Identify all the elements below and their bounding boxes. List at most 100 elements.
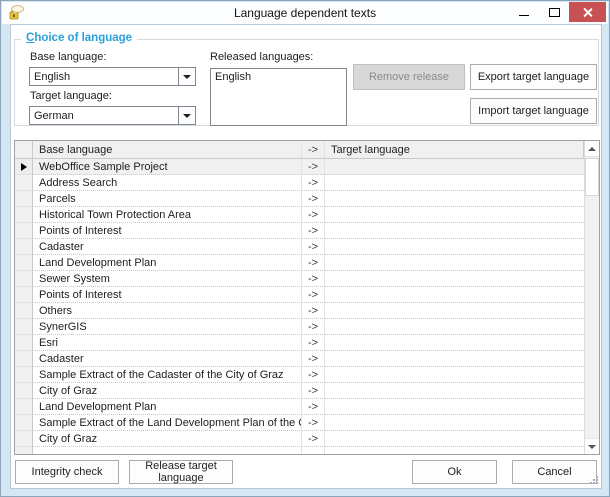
row-selector-gutter[interactable] <box>15 207 33 223</box>
row-selector-gutter[interactable] <box>15 367 33 383</box>
table-row[interactable]: Cadaster -> <box>15 351 584 367</box>
table-row[interactable]: Others -> <box>15 303 584 319</box>
scrollbar-thumb[interactable] <box>585 158 599 196</box>
base-language-cell[interactable]: City of Graz <box>33 383 302 399</box>
row-selector-gutter[interactable] <box>15 351 33 367</box>
row-selector-gutter[interactable] <box>15 415 33 431</box>
row-selector-gutter[interactable] <box>15 287 33 303</box>
row-selector-gutter[interactable] <box>15 175 33 191</box>
target-language-cell[interactable] <box>325 239 584 255</box>
row-selector-gutter[interactable] <box>15 303 33 319</box>
target-language-cell[interactable] <box>325 287 584 303</box>
row-selector-gutter[interactable] <box>15 431 33 447</box>
scroll-down-button[interactable] <box>585 438 599 454</box>
row-selector-gutter[interactable] <box>15 335 33 351</box>
vertical-scrollbar[interactable] <box>584 141 599 454</box>
scroll-up-button[interactable] <box>585 141 599 157</box>
table-row[interactable]: SynerGIS -> <box>15 319 584 335</box>
base-language-cell[interactable]: Historical Town Protection Area <box>33 207 302 223</box>
close-button[interactable] <box>569 2 606 22</box>
target-language-cell[interactable] <box>325 431 584 447</box>
base-language-cell[interactable]: Sample Extract of the Land Development P… <box>33 415 302 431</box>
import-target-language-button[interactable]: Import target language <box>470 98 597 124</box>
table-row[interactable]: Sewer System -> <box>15 271 584 287</box>
release-target-language-button[interactable]: Release target language <box>129 460 233 484</box>
table-row[interactable]: Land Development Plan -> <box>15 399 584 415</box>
remove-release-button[interactable]: Remove release <box>353 64 465 90</box>
table-row[interactable]: Historical Town Protection Area -> <box>15 207 584 223</box>
base-language-cell[interactable]: Esri <box>33 335 302 351</box>
table-row[interactable]: Sample Extract of the Land Development P… <box>15 415 584 431</box>
row-selector-gutter[interactable] <box>15 239 33 255</box>
base-language-cell[interactable]: Others <box>33 303 302 319</box>
maximize-button[interactable] <box>539 2 569 22</box>
released-languages-list[interactable]: English <box>210 68 347 126</box>
row-selector-gutter[interactable] <box>15 255 33 271</box>
base-language-cell[interactable]: Address Search <box>33 175 302 191</box>
row-selector-gutter[interactable] <box>15 399 33 415</box>
export-target-language-button[interactable]: Export target language <box>470 64 597 90</box>
base-language-cell[interactable] <box>33 447 302 454</box>
base-language-select[interactable]: English <box>29 67 196 86</box>
list-item[interactable]: English <box>211 69 346 85</box>
target-language-cell[interactable] <box>325 271 584 287</box>
row-selector-gutter[interactable] <box>15 271 33 287</box>
table-row[interactable]: Points of Interest -> <box>15 223 584 239</box>
target-language-cell[interactable] <box>325 351 584 367</box>
table-row[interactable]: Land Development Plan -> <box>15 255 584 271</box>
target-language-cell[interactable] <box>325 383 584 399</box>
base-language-cell[interactable]: Parcels <box>33 191 302 207</box>
table-row[interactable]: City of Graz -> <box>15 431 584 447</box>
ok-button[interactable]: Ok <box>412 460 497 484</box>
target-language-cell[interactable] <box>325 447 584 454</box>
target-language-select[interactable]: German <box>29 106 196 125</box>
table-row[interactable]: Esri -> <box>15 335 584 351</box>
target-language-cell[interactable] <box>325 415 584 431</box>
target-language-dropdown-button[interactable] <box>178 107 195 124</box>
base-language-cell[interactable]: Cadaster <box>33 239 302 255</box>
integrity-check-button[interactable]: Integrity check <box>15 460 119 484</box>
base-language-cell[interactable]: Points of Interest <box>33 287 302 303</box>
row-selector-gutter[interactable] <box>15 191 33 207</box>
target-language-cell[interactable] <box>325 255 584 271</box>
row-selector-gutter[interactable] <box>15 447 33 454</box>
target-language-cell[interactable] <box>325 303 584 319</box>
target-language-cell[interactable] <box>325 223 584 239</box>
column-header-target-language[interactable]: Target language <box>325 141 584 158</box>
base-language-cell[interactable]: SynerGIS <box>33 319 302 335</box>
base-language-cell[interactable]: City of Graz <box>33 431 302 447</box>
cancel-button[interactable]: Cancel <box>512 460 597 484</box>
table-row[interactable]: WebOffice Sample Project -> <box>15 159 584 175</box>
base-language-cell[interactable]: Sewer System <box>33 271 302 287</box>
target-language-cell[interactable] <box>325 319 584 335</box>
table-row[interactable]: Parcels -> <box>15 191 584 207</box>
table-row[interactable]: Address Search -> <box>15 175 584 191</box>
target-language-cell[interactable] <box>325 207 584 223</box>
row-selector-gutter[interactable] <box>15 319 33 335</box>
base-language-cell[interactable]: Land Development Plan <box>33 255 302 271</box>
table-row[interactable]: Points of Interest -> <box>15 287 584 303</box>
table-row[interactable]: Cadaster -> <box>15 239 584 255</box>
target-language-cell[interactable] <box>325 367 584 383</box>
target-language-cell[interactable] <box>325 175 584 191</box>
column-header-base-language[interactable]: Base language <box>33 141 302 158</box>
table-row[interactable]: City of Graz -> <box>15 383 584 399</box>
base-language-cell[interactable]: Land Development Plan <box>33 399 302 415</box>
row-selector-gutter[interactable] <box>15 383 33 399</box>
base-language-dropdown-button[interactable] <box>178 68 195 85</box>
base-language-cell[interactable]: WebOffice Sample Project <box>33 159 302 175</box>
minimize-button[interactable] <box>509 2 539 22</box>
table-row[interactable] <box>15 447 584 454</box>
row-selector-gutter[interactable] <box>15 159 33 175</box>
resize-grip[interactable] <box>589 476 598 485</box>
target-language-cell[interactable] <box>325 399 584 415</box>
row-selector-gutter[interactable] <box>15 223 33 239</box>
base-language-cell[interactable]: Cadaster <box>33 351 302 367</box>
target-language-cell[interactable] <box>325 335 584 351</box>
base-language-cell[interactable]: Sample Extract of the Cadaster of the Ci… <box>33 367 302 383</box>
table-row[interactable]: Sample Extract of the Cadaster of the Ci… <box>15 367 584 383</box>
target-language-cell[interactable] <box>325 191 584 207</box>
titlebar[interactable]: Language dependent texts <box>2 2 608 24</box>
base-language-cell[interactable]: Points of Interest <box>33 223 302 239</box>
target-language-cell[interactable] <box>325 159 584 175</box>
